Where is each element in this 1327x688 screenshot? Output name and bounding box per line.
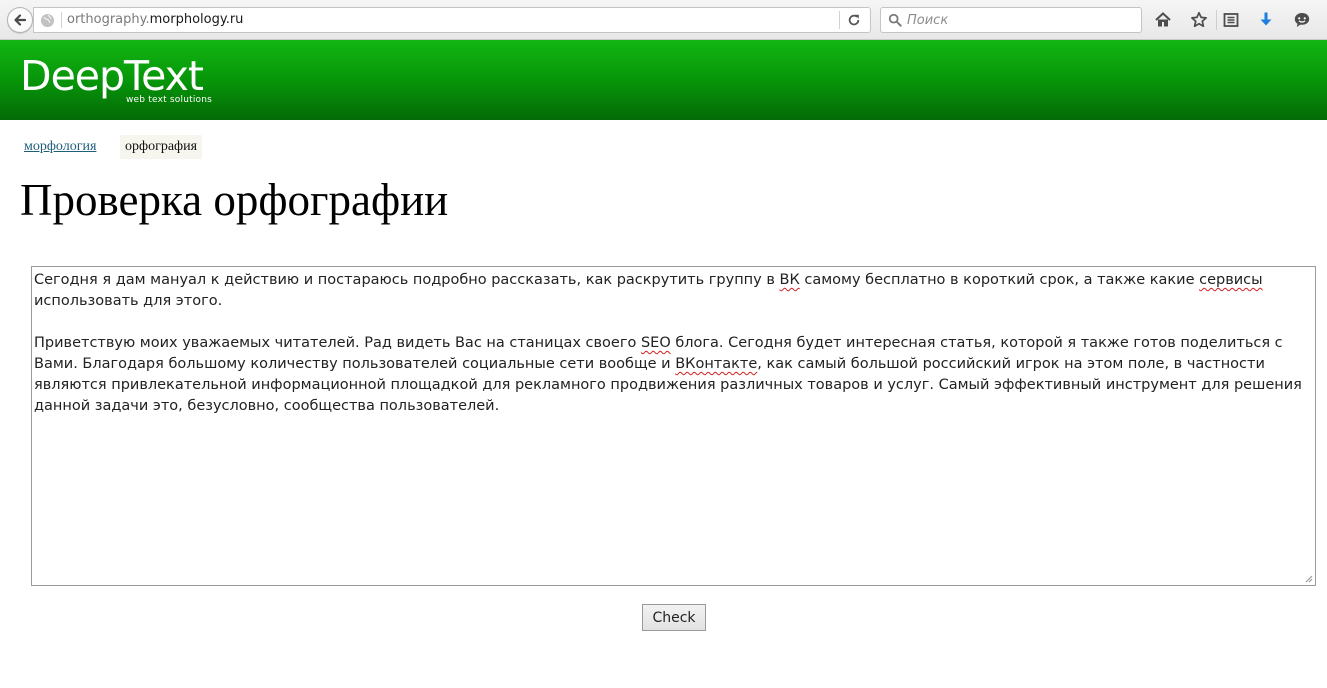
site-banner: DeepText web text solutions [0, 40, 1327, 120]
editor-text-segment: Приветствую моих уважаемых читателей. Ра… [34, 335, 641, 351]
toolbar-divider [1216, 10, 1217, 30]
chat-icon[interactable] [1293, 11, 1311, 29]
reload-separator [839, 11, 840, 29]
editor-paragraph-2: Приветствую моих уважаемых читателей. Ра… [34, 333, 1309, 417]
address-bar[interactable]: orthography.morphology.ru [33, 7, 871, 33]
bookmark-star-icon[interactable] [1190, 11, 1208, 29]
search-input[interactable] [907, 10, 1135, 30]
spelling-error-word[interactable]: SEO [641, 335, 671, 351]
editor-text-segment: использовать для этого. [34, 293, 223, 309]
reload-icon[interactable] [847, 13, 861, 27]
search-bar[interactable] [880, 7, 1142, 33]
reading-list-icon[interactable] [1222, 11, 1240, 29]
url-domain: morphology.ru [149, 12, 244, 27]
page-title: Проверка орфографии [20, 175, 449, 225]
logo-tagline: web text solutions [126, 95, 213, 105]
arrow-left-icon [14, 14, 27, 26]
editor-text-segment: самому бесплатно в короткий срок, а такж… [799, 272, 1200, 288]
spelling-error-word[interactable]: ВК [780, 272, 800, 288]
home-icon[interactable] [1154, 11, 1172, 29]
spelling-error-word[interactable]: ВКонтакте [675, 356, 757, 372]
text-editor[interactable]: Сегодня я дам мануал к действию и постар… [31, 266, 1316, 586]
url-text[interactable]: orthography.morphology.ru [67, 12, 243, 27]
check-button[interactable]: Check [642, 604, 706, 631]
url-prefix: orthography. [67, 12, 150, 27]
browser-toolbar: orthography.morphology.ru [0, 0, 1327, 40]
editor-paragraph-1: Сегодня я дам мануал к действию и постар… [34, 270, 1309, 312]
nav-item-orthography: орфография [120, 135, 203, 159]
editor-text-segment: Сегодня я дам мануал к действию и постар… [34, 272, 780, 288]
globe-icon [40, 13, 55, 28]
download-icon[interactable] [1257, 11, 1275, 29]
spelling-error-word[interactable]: сервисы [1199, 272, 1263, 288]
search-icon [888, 13, 902, 27]
site-logo[interactable]: DeepText [20, 52, 204, 100]
url-separator [61, 12, 62, 28]
resize-grip-icon[interactable] [1303, 573, 1313, 583]
nav-link-morphology[interactable]: морфология [24, 139, 96, 155]
back-button[interactable] [7, 7, 33, 33]
